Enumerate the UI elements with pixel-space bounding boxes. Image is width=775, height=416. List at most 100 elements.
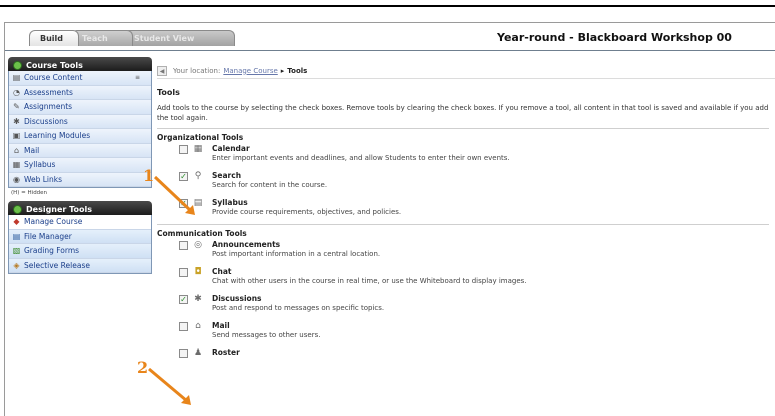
designer-tools-list: ◆ Manage Course ▤ File Manager ▧ Grading Fo… (8, 215, 152, 274)
tool-row-announcements: ◎ Announcements Post important informati… (179, 240, 775, 264)
tool-text: Search Search for content in the course. (212, 171, 327, 189)
designer-tools-panel: Designer Tools ◆ Manage Course ▤ File Mana… (8, 201, 152, 274)
tool-row-syllabus: ✓ ▤ Syllabus Provide course requirements… (179, 198, 775, 222)
course-frame: Student View Teach Build Year-round - Bl… (4, 22, 775, 416)
tool-description: Post important information in a central … (212, 250, 381, 258)
sidebar-item-label: File Manager (24, 231, 72, 241)
designer-tools-header-icon (13, 204, 22, 214)
tool-row-chat: ◘ Chat Chat with other users in the cour… (179, 267, 775, 291)
grading-forms-icon: ▧ (12, 246, 21, 256)
breadcrumb-current: Tools (287, 66, 308, 75)
sidebar-item-manage-course[interactable]: ◆ Manage Course (9, 215, 151, 230)
announcements-checkbox[interactable] (179, 241, 188, 250)
tool-description: Chat with other users in the course in r… (212, 277, 527, 285)
tool-description: Enter important events and deadlines, an… (212, 154, 510, 162)
mail-icon: ⌂ (195, 321, 201, 331)
sidebar-item-label: Course Content (24, 73, 83, 83)
tab-build[interactable]: Build (29, 30, 79, 46)
tab-teach[interactable]: Teach (71, 30, 133, 46)
sidebar-item-label: Assignments (24, 102, 73, 112)
discussion-icon: ✱ (13, 116, 20, 126)
collapse-arrow-icon[interactable]: ◀ (157, 65, 167, 76)
tool-name: Mail (212, 321, 230, 330)
page-title: Tools (157, 88, 180, 97)
designer-tools-header: Designer Tools (8, 201, 152, 215)
chat-icon: ◘ (194, 267, 202, 277)
top-rule (0, 5, 775, 7)
intro-text: Add tools to the course by selecting the… (157, 104, 769, 122)
course-tools-title: Course Tools (26, 60, 83, 70)
main-content: ◀ Your location: Manage Course ▸ Tools T… (157, 63, 775, 372)
sidebar-item-discussions[interactable]: ✱ Discussions (9, 114, 151, 129)
tool-row-search: ✓ ⚲ Search Search for content in the cou… (179, 171, 775, 195)
assessment-icon: ◔ (13, 87, 20, 97)
tool-text: Roster (212, 348, 240, 357)
chat-checkbox[interactable] (179, 268, 188, 277)
callout-arrow-1 (153, 175, 195, 215)
tool-name: Calendar (212, 144, 250, 153)
calendar-checkbox[interactable] (179, 145, 188, 154)
sidebar-item-label: Manage Course (24, 217, 83, 227)
sidebar-item-mail[interactable]: ⌂ Mail (9, 143, 151, 158)
discussions-icon: ✱ (194, 294, 202, 304)
tool-text: Calendar Enter important events and dead… (212, 144, 510, 162)
tool-description: Provide course requirements, objectives,… (212, 208, 402, 216)
tool-description: Send messages to other users. (212, 331, 321, 339)
web-links-icon: ◉ (13, 174, 20, 184)
sidebar-item-grading-forms[interactable]: ▧ Grading Forms (9, 244, 151, 259)
sidebar: Course Tools ▤ Course Content ≡ ◔ Assessmen… (8, 57, 152, 274)
course-title: Year-round - Blackboard Workshop 00 (497, 31, 732, 44)
course-tools-header-icon (13, 60, 22, 70)
syllabus-icon: ▦ (12, 160, 21, 170)
divider (157, 224, 769, 225)
sidebar-item-label: Mail (24, 145, 40, 155)
sidebar-item-web-links[interactable]: ◉ Web Links (9, 172, 151, 187)
breadcrumb: ◀ Your location: Manage Course ▸ Tools (157, 63, 775, 79)
file-manager-icon: ▤ (12, 231, 21, 241)
tool-text: Chat Chat with other users in the course… (212, 267, 527, 285)
sidebar-item-label: Syllabus (24, 160, 56, 170)
mail-icon: ⌂ (13, 145, 20, 155)
modules-icon: ▣ (12, 131, 21, 141)
roster-icon: ♟ (193, 348, 203, 358)
designer-tools-title: Designer Tools (26, 204, 93, 214)
tool-text: Syllabus Provide course requirements, ob… (212, 198, 401, 216)
hidden-legend: (H) = Hidden (11, 190, 48, 196)
discussions-checkbox[interactable]: ✓ (179, 295, 188, 304)
sidebar-item-label: Selective Release (24, 260, 90, 270)
sidebar-item-file-manager[interactable]: ▤ File Manager (9, 229, 151, 244)
tool-text: Mail Send messages to other users. (212, 321, 320, 339)
tool-name: Chat (212, 267, 232, 276)
roster-checkbox[interactable] (179, 349, 188, 358)
sidebar-item-label: Discussions (24, 116, 68, 126)
tool-text: Announcements Post important information… (212, 240, 380, 258)
course-tools-header: Course Tools (8, 57, 152, 71)
tool-row-calendar: ▦ Calendar Enter important events and de… (179, 144, 775, 168)
manage-course-icon: ◆ (13, 217, 20, 227)
tool-name: Announcements (212, 240, 281, 249)
assignment-icon: ✎ (13, 102, 20, 112)
mode-tab-bar: Student View Teach Build Year-round - Bl… (5, 23, 775, 51)
sidebar-item-syllabus[interactable]: ▦ Syllabus (9, 158, 151, 173)
selective-release-icon: ◈ (13, 260, 20, 270)
tab-student-view[interactable]: Student View (123, 30, 235, 46)
folder-icon: ▤ (12, 73, 21, 83)
calendar-icon: ▦ (193, 144, 203, 154)
mail-checkbox[interactable] (179, 322, 188, 331)
course-tools-list: ▤ Course Content ≡ ◔ Assessments ✎ Assignmen… (8, 71, 152, 188)
breadcrumb-link-manage-course[interactable]: Manage Course (223, 67, 277, 75)
sidebar-item-label: Web Links (24, 174, 63, 184)
sidebar-item-assignments[interactable]: ✎ Assignments (9, 100, 151, 115)
breadcrumb-separator: ▸ (280, 66, 285, 75)
sidebar-item-selective-release[interactable]: ◈ Selective Release (9, 258, 151, 273)
tool-row-discussions: ✓ ✱ Discussions Post and respond to mess… (179, 294, 775, 318)
tool-name: Search (212, 171, 242, 180)
sidebar-item-learning-modules[interactable]: ▣ Learning Modules (9, 129, 151, 144)
scroll-up-icon[interactable]: ≡ (135, 74, 140, 81)
sidebar-item-assessments[interactable]: ◔ Assessments (9, 85, 151, 100)
sidebar-item-label: Learning Modules (24, 131, 91, 141)
tool-text: Discussions Post and respond to messages… (212, 294, 384, 312)
sidebar-item-course-content[interactable]: ▤ Course Content ≡ (9, 71, 151, 86)
group-title-communication: Communication Tools (157, 229, 247, 238)
tool-row-roster: ♟ Roster (179, 348, 775, 372)
